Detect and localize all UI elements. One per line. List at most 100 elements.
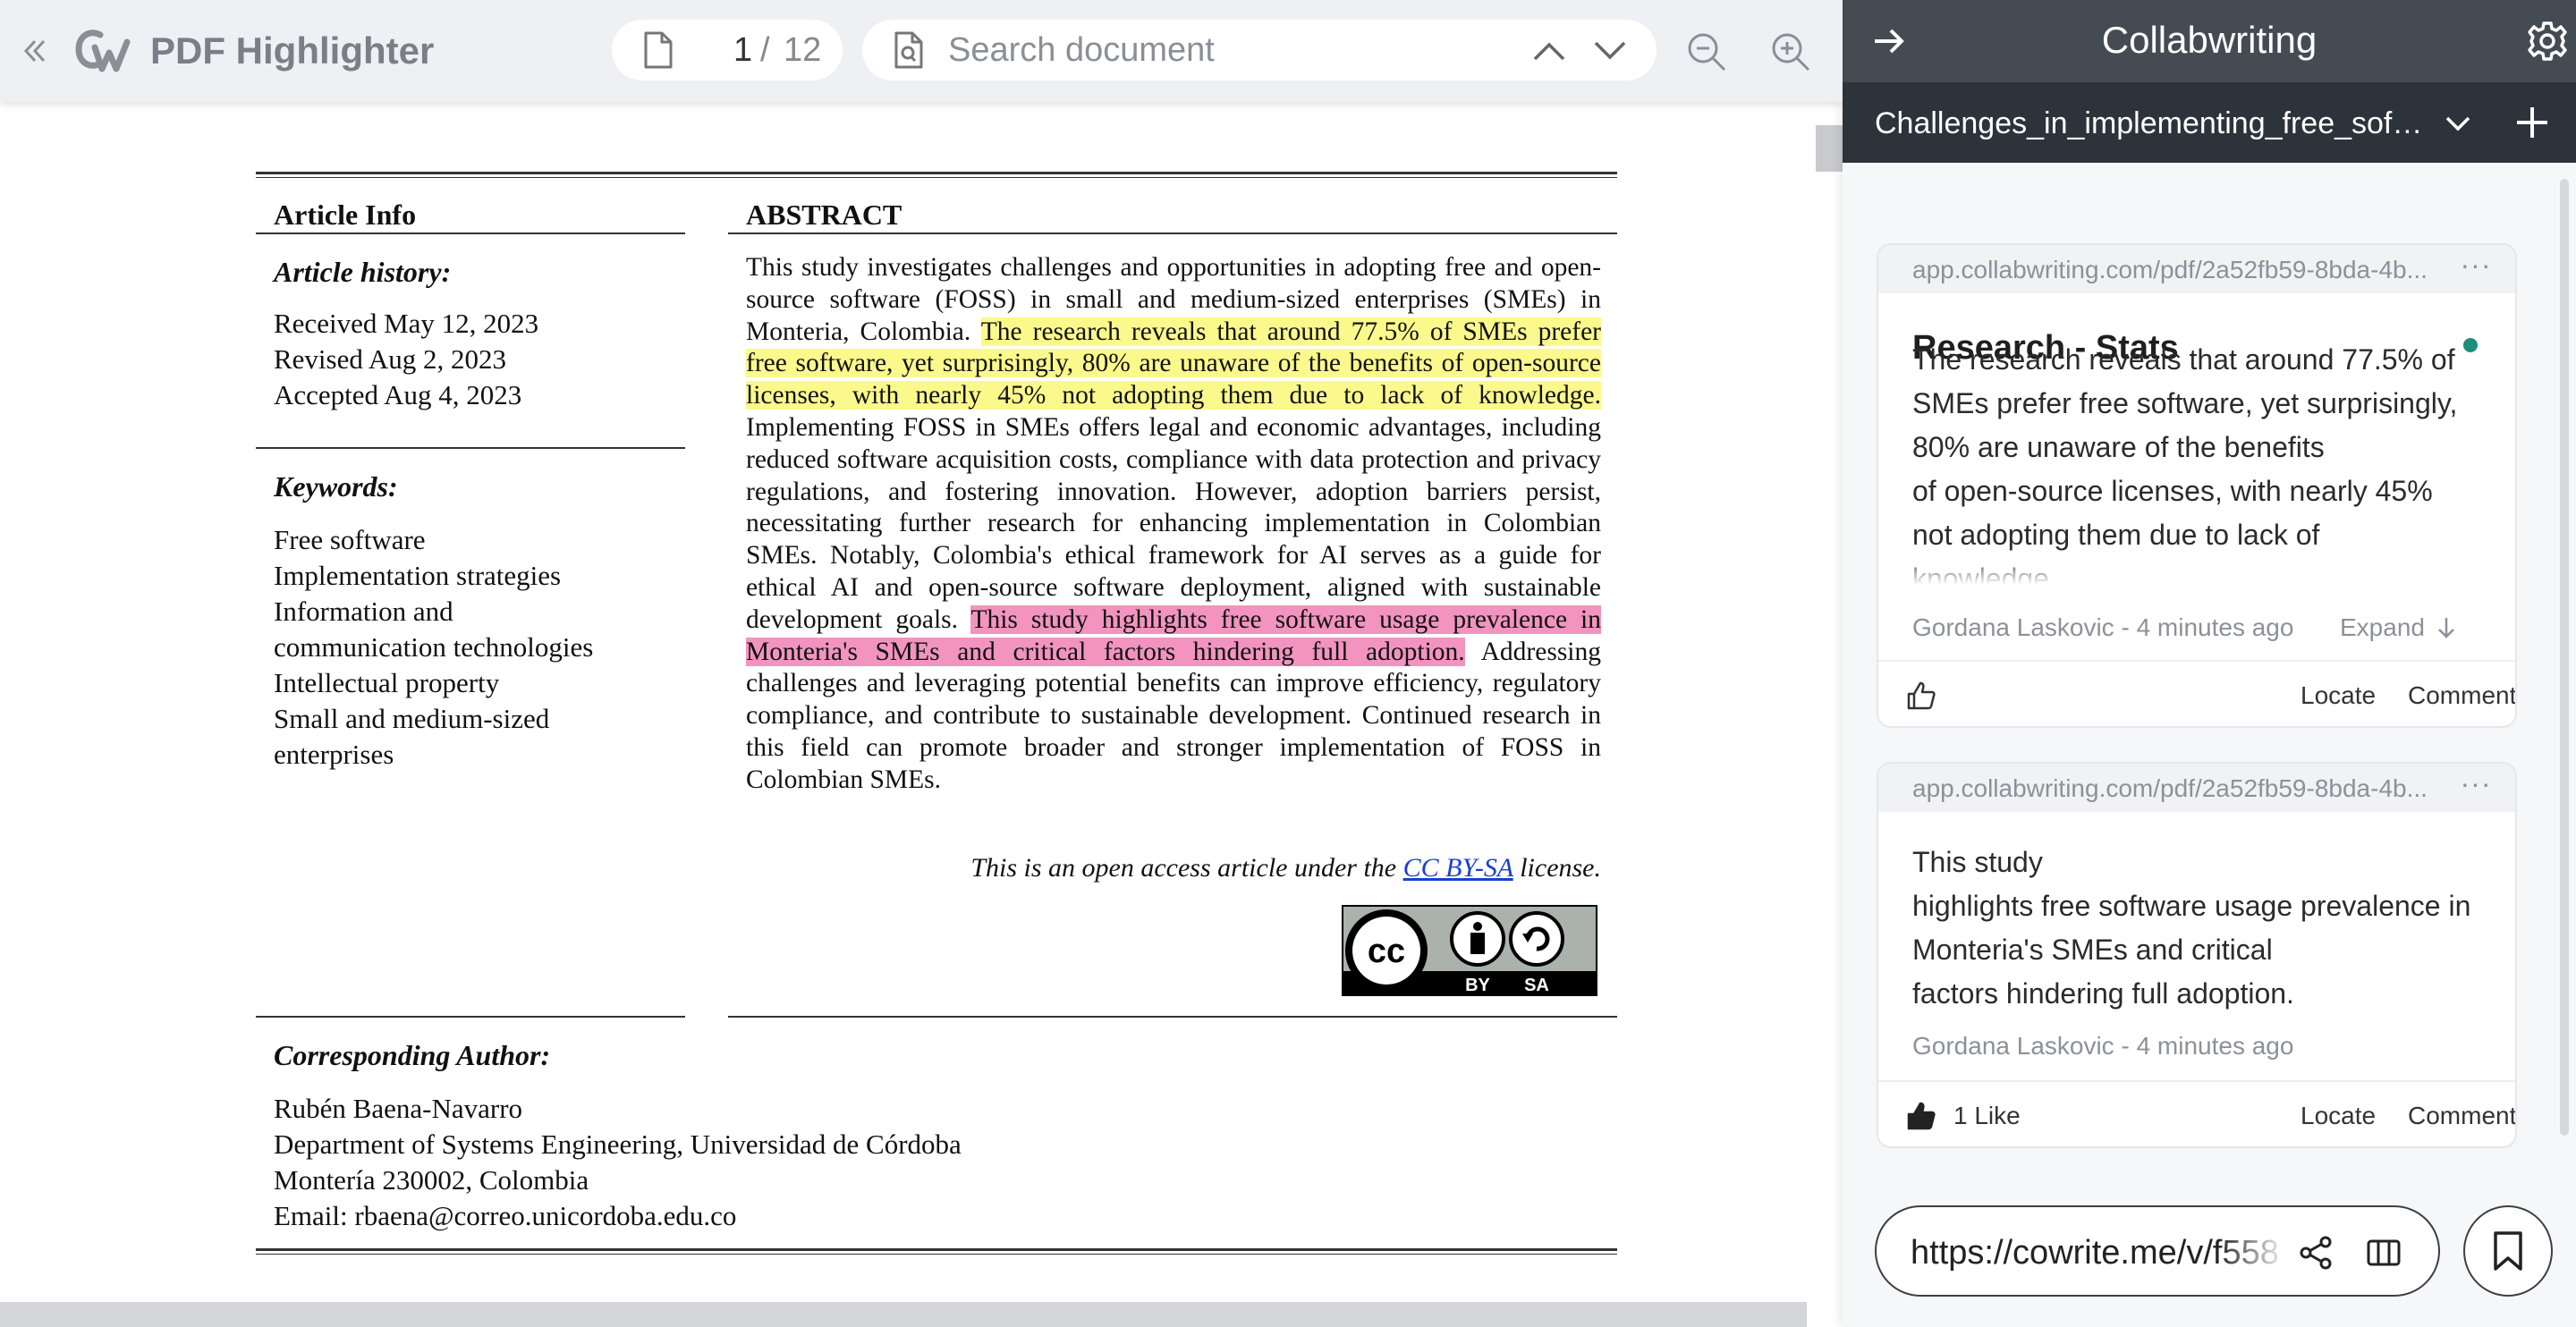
history-received: Received May 12, 2023	[274, 308, 539, 339]
columns-icon[interactable]	[2365, 1234, 2402, 1272]
text-fade	[1878, 553, 2515, 585]
share-url-fade	[2216, 1225, 2288, 1279]
article-info-heading: Article Info	[274, 199, 417, 231]
zoom-out-button[interactable]	[1682, 27, 1732, 77]
panel-title: Collabwriting	[2101, 19, 2318, 61]
locate-button[interactable]: Locate	[2301, 1098, 2376, 1134]
document-name: Challenges_in_implementing_free_software…	[1875, 106, 2429, 140]
thumbs-up-icon	[1907, 681, 1936, 710]
chevron-down-icon	[1594, 41, 1626, 60]
viewer-toolbar: PDF Highlighter 1 / 12	[0, 0, 1843, 102]
keywords-heading: Keywords:	[274, 470, 398, 503]
article-info-rule	[256, 232, 685, 234]
keyword: Intellectual property	[274, 667, 500, 698]
zoom-in-icon	[1772, 33, 1810, 72]
bottom-rule	[256, 1248, 1617, 1251]
author-name: Rubén Baena-Navarro	[274, 1093, 523, 1124]
license-suffix: license.	[1513, 853, 1601, 883]
search-input[interactable]	[948, 29, 1449, 72]
card-url-bar: app.collabwriting.com/pdf/2a52fb59-8bda-…	[1878, 764, 2515, 812]
card-text: This study highlights free software usag…	[1912, 846, 2471, 1010]
comment-button[interactable]: Comment	[2408, 678, 2515, 714]
keyword: Small and medium-sized	[274, 703, 550, 734]
document-icon	[644, 31, 673, 69]
abstract-text: This study investigates challenges and o…	[746, 252, 1601, 797]
previous-match-button[interactable]	[1526, 30, 1572, 72]
share-link-box[interactable]: https://cowrite.me/v/f558a	[1875, 1205, 2440, 1297]
zoom-in-button[interactable]	[1766, 27, 1816, 77]
status-dot	[2463, 338, 2478, 352]
author-email: Email: rbaena@correo.unicordoba.edu.co	[274, 1200, 737, 1231]
page-current-input[interactable]: 1	[733, 29, 752, 72]
collabwriting-panel: Collabwriting Challenges_in_implementing…	[1843, 0, 2576, 1327]
card-author-time: Gordana Laskovic - 4 minutes ago	[1912, 1032, 2294, 1060]
top-rule-thin	[256, 177, 1617, 178]
card-footer: Locate Comment	[1878, 660, 2515, 726]
gear-icon[interactable]	[2526, 20, 2569, 63]
vertical-scrollbar-thumb[interactable]	[1816, 125, 1843, 172]
collapse-sidebar-button[interactable]	[13, 29, 55, 73]
arrow-down-icon	[2438, 618, 2454, 638]
card-author-time: Gordana Laskovic - 4 minutes ago	[1912, 613, 2294, 641]
card-footer: 1 Like Locate Comment	[1878, 1080, 2515, 1146]
chevron-down-icon	[2445, 116, 2470, 131]
page-total: 12	[784, 31, 822, 69]
horizontal-scrollbar[interactable]	[0, 1302, 1807, 1327]
bookmark-button[interactable]	[2463, 1205, 2553, 1297]
thumbs-up-icon	[1907, 1102, 1936, 1130]
comment-button[interactable]: Comment	[2408, 1098, 2515, 1134]
abstract-text-part: Implementing FOSS in SMEs offers legal a…	[746, 412, 1601, 634]
bottom-rule-thin	[256, 1254, 1617, 1255]
keyword: enterprises	[274, 739, 394, 770]
more-icon[interactable]: ···	[2458, 250, 2494, 284]
like-button[interactable]	[1905, 678, 1953, 714]
app-name: PDF Highlighter	[150, 30, 435, 72]
keyword: Free software	[274, 524, 426, 555]
card-text: The research reveals that around 77.5% o…	[1912, 343, 2458, 585]
cc-text: cc	[1368, 933, 1405, 970]
plus-icon[interactable]	[2512, 102, 2553, 143]
highlight-card[interactable]: app.collabwriting.com/pdf/2a52fb59-8bda-…	[1877, 762, 2517, 1148]
license-line: This is an open access article under the…	[746, 853, 1601, 883]
author-address: Montería 230002, Colombia	[274, 1164, 589, 1196]
chevron-up-icon	[1533, 42, 1565, 61]
left-bottom-rule	[256, 1016, 685, 1018]
top-rule	[256, 172, 1617, 174]
search-document-icon	[894, 31, 923, 69]
license-prefix: This is an open access article under the	[970, 853, 1403, 883]
like-button[interactable]: 1 Like	[1905, 1098, 2021, 1134]
more-icon[interactable]: ···	[2458, 769, 2494, 803]
author-department: Department of Systems Engineering, Unive…	[274, 1128, 962, 1160]
article-history-heading: Article history:	[274, 256, 452, 288]
highlight-card[interactable]: app.collabwriting.com/pdf/2a52fb59-8bda-…	[1877, 243, 2517, 728]
panel-header: Collabwriting	[1843, 0, 2576, 82]
panel-scrollbar[interactable]	[2560, 179, 2569, 1136]
pdf-page: Article Info Article history: Received M…	[0, 102, 1816, 1302]
license-link[interactable]: CC BY-SA	[1403, 853, 1513, 883]
zoom-out-icon	[1688, 33, 1726, 72]
corresponding-author-heading: Corresponding Author:	[274, 1039, 551, 1071]
document-selector[interactable]: Challenges_in_implementing_free_software…	[1843, 82, 2576, 163]
bookmark-icon	[2494, 1231, 2522, 1271]
by-text: BY	[1465, 976, 1490, 995]
history-accepted: Accepted Aug 4, 2023	[274, 379, 522, 410]
history-rule	[256, 447, 685, 449]
card-url[interactable]: app.collabwriting.com/pdf/2a52fb59-8bda-…	[1912, 773, 2440, 805]
chevron-double-left-icon	[23, 39, 46, 63]
right-bottom-rule	[728, 1016, 1617, 1018]
share-icon[interactable]	[2297, 1234, 2334, 1272]
next-match-button[interactable]	[1587, 30, 1633, 72]
card-url-bar: app.collabwriting.com/pdf/2a52fb59-8bda-…	[1878, 245, 2515, 293]
like-count: 1 Like	[1953, 1102, 2021, 1129]
expand-label: Expand	[2340, 613, 2425, 641]
keyword: communication technologies	[274, 631, 594, 663]
expand-button[interactable]: Expand	[2340, 612, 2457, 644]
keyword: Implementation strategies	[274, 560, 562, 591]
cc-by-sa-badge: cc BY SA	[1342, 905, 1597, 996]
keyword: Information and	[274, 596, 453, 627]
locate-button[interactable]: Locate	[2301, 678, 2376, 714]
abstract-heading: ABSTRACT	[746, 199, 902, 231]
history-revised: Revised Aug 2, 2023	[274, 343, 507, 375]
sa-text: SA	[1524, 976, 1549, 995]
card-url[interactable]: app.collabwriting.com/pdf/2a52fb59-8bda-…	[1912, 254, 2440, 286]
